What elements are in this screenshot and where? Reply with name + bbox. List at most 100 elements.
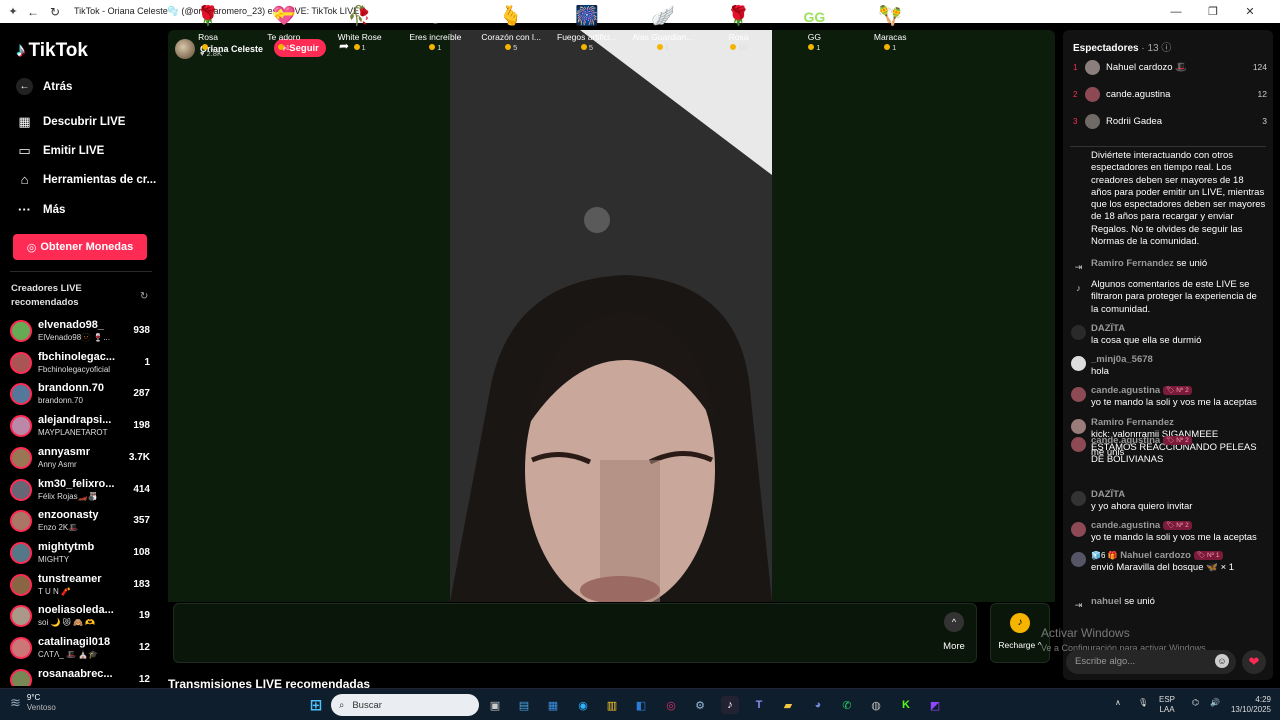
gift-price: 5 [476, 43, 546, 52]
get-coins-button[interactable]: ◎ Obtener Monedas [13, 234, 147, 260]
chat-message: cande.agustina 🏷 Nº 2 me unis [1070, 435, 1266, 460]
kick-icon[interactable]: K [897, 696, 915, 714]
top-viewer-row[interactable]: 2 cande.agustina 12 [1073, 84, 1267, 104]
nav-emit-live[interactable]: ▭ Emitir LIVE [16, 142, 104, 159]
clock-date: 13/10/2025 [1230, 705, 1271, 714]
top-viewer-row[interactable]: 1 Nahuel cardozo 🎩 124 [1073, 57, 1267, 77]
nav-creator-tools[interactable]: ⌂ Herramientas de cr... [16, 171, 157, 188]
gift-item[interactable]: 🐱 Eres increíble 1 [400, 5, 470, 57]
creator-item[interactable]: elvenado98_ ElVenado98🫥 🍷... 938 [10, 316, 152, 346]
creator-item[interactable]: brandonn.70 brandonn.70 287 [10, 379, 152, 409]
close-icon[interactable]: ✕ [1234, 0, 1266, 23]
minimize-icon[interactable]: — [1160, 0, 1192, 23]
coin-icon: ◎ [26, 241, 37, 254]
gift-item[interactable]: 🌹 Rosa 1 [173, 5, 243, 57]
message-user[interactable]: Ramiro Fernandez [1091, 258, 1174, 269]
creator-item[interactable]: km30_felixro... Félix Rojas🏎️🎳 414 [10, 475, 152, 505]
message-user[interactable]: DAZÏTA [1091, 489, 1125, 500]
message-text: la cosa que ella se durmió [1091, 335, 1202, 347]
message-body: cande.agustina 🏷 Nº 2 yo te mando la soli … [1091, 520, 1266, 545]
creator-item[interactable]: rosanaabrec... 12 [10, 665, 152, 686]
creator-item[interactable]: tunstreamer T U N 🧨 183 [10, 570, 152, 600]
store-icon[interactable]: ▥ [603, 696, 621, 714]
tiktok-app-icon[interactable]: ♪ [721, 696, 739, 714]
weather-widget[interactable]: ≋ 9°C Ventoso [10, 693, 56, 713]
gift-item[interactable]: 💝 Te adoro 1 [249, 5, 319, 57]
user-badges: 🧊6 🎁 [1091, 551, 1118, 560]
whatsapp-icon[interactable]: ✆ [838, 696, 856, 714]
viewer-score: 124 [1252, 62, 1267, 72]
creator-item[interactable]: alejandrapsi... MAYPLANETAROT 198 [10, 411, 152, 441]
creator-item[interactable]: fbchinolegac... Fbchinolegacyoficial 1 [10, 348, 152, 378]
gift-item[interactable]: 🫰 Corazón con l... 5 [476, 5, 546, 57]
obs-icon[interactable]: ◍ [867, 696, 885, 714]
taskbar-search[interactable]: ⌕ Buscar [331, 694, 479, 716]
reload-icon[interactable]: ↻ [44, 5, 66, 19]
more-gifts-button[interactable]: ^ More [937, 612, 971, 652]
back-button[interactable]: ← Atrás [16, 78, 72, 95]
creator-item[interactable]: annyasmr Anny Asmr 3.7K [10, 443, 152, 473]
creator-name: elvenado98_ [38, 319, 105, 331]
creator-item[interactable]: mightytmb MIGHTY 108 [10, 538, 152, 568]
creator-item[interactable]: noeliasoleda... soi 🌙 😻 🙈 🫶 19 [10, 601, 152, 631]
video-frame [450, 30, 772, 602]
back-nav-icon[interactable]: ← [22, 5, 44, 19]
creator-item[interactable]: enzoonasty Enzo 2K🎩 357 [10, 506, 152, 536]
gift-item[interactable]: 🌹 Rosa 10 [704, 5, 774, 57]
avatar [10, 351, 32, 374]
file-explorer-icon[interactable]: ▰ [779, 696, 797, 714]
creator-item[interactable]: catalinagil018 CΛTΛ_ 🎩 ⛪🎓 12 [10, 633, 152, 663]
gift-price-value: 5 [513, 43, 518, 52]
gift-item[interactable]: 🎆 Fuegos artifici... 5 [552, 5, 622, 57]
twitch-icon[interactable]: ◩ [926, 696, 944, 714]
gift-price: 1 [400, 43, 470, 52]
teams-icon[interactable]: T [750, 696, 768, 714]
instagram-icon[interactable]: ◎ [662, 696, 680, 714]
gift-item[interactable]: 🪇 Maracas 1 [855, 5, 925, 57]
message-header: 🧊6 🎁 Nahuel cardozo 🏷 Nº 1 [1091, 550, 1266, 562]
refresh-icon[interactable]: ↻ [140, 291, 148, 302]
gift-price: 1 [325, 43, 395, 52]
message-user[interactable]: cande.agustina [1091, 520, 1160, 531]
app-icon-1[interactable]: ▤ [515, 696, 533, 714]
heart-icon[interactable]: ❤ [1242, 650, 1266, 674]
search-placeholder: Buscar [352, 699, 382, 711]
message-user[interactable]: Nahuel cardozo [1120, 550, 1191, 561]
message-user[interactable]: nahuel [1091, 596, 1122, 607]
edge-browser-icon[interactable]: ◉ [574, 696, 592, 714]
nav-more[interactable]: ··· Más [16, 201, 65, 218]
lang-label: ESP [1159, 695, 1176, 704]
message-user[interactable]: Ramiro Fernandez [1091, 417, 1174, 428]
volume-icon[interactable]: 🔊 [1210, 698, 1220, 708]
gift-item[interactable]: 🪽 Alas Guardian... 1 [628, 5, 698, 57]
clock[interactable]: 4:29 13/10/2025 [1225, 695, 1271, 715]
live-video[interactable] [450, 30, 772, 602]
microphone-icon[interactable]: 🎙 [1138, 698, 1148, 708]
outlook-icon[interactable]: ◧ [632, 696, 650, 714]
message-user[interactable]: DAZÏTA [1091, 323, 1125, 334]
steam-icon[interactable]: ⚙ [691, 696, 709, 714]
chat-input[interactable]: Escribe algo... ☺ [1066, 650, 1236, 674]
viewers-header[interactable]: Espectadores · 13 ⓘ [1073, 39, 1171, 54]
gift-item[interactable]: GG GG 1 [779, 5, 849, 57]
discord-icon[interactable]: ◕ [809, 696, 827, 714]
restore-icon[interactable]: ❐ [1197, 0, 1229, 23]
message-user[interactable]: cande.agustina [1091, 435, 1160, 446]
calendar-app-icon[interactable]: ▦ [544, 696, 562, 714]
nav-discover-live[interactable]: ▦ Descubrir LIVE [16, 113, 125, 130]
message-user[interactable]: cande.agustina [1091, 385, 1160, 396]
chevron-up-icon[interactable]: ∧ [1115, 698, 1121, 708]
creator-nickname: ElVenado98🫥 🍷... [38, 333, 110, 342]
gift-item[interactable]: 🥀 White Rose 1 [325, 5, 395, 57]
top-viewer-row[interactable]: 3 Rodrii Gadea 3 [1073, 111, 1267, 131]
network-icon[interactable]: ⌬ [1192, 698, 1199, 708]
tiktok-logo[interactable]: ♪ TikTok [16, 40, 88, 62]
windows-start-icon[interactable]: ⊞ [307, 696, 325, 714]
info-icon[interactable]: ⓘ [1161, 43, 1171, 54]
viewer-rank: 1 [1073, 62, 1078, 72]
task-view-icon[interactable]: ▣ [486, 696, 504, 714]
message-user[interactable]: _minj0a_5678 [1091, 354, 1153, 365]
language-indicator[interactable]: ESP LAA [1159, 695, 1175, 715]
ellipsis-icon: ··· [18, 202, 31, 217]
emoji-icon[interactable]: ☺ [1215, 654, 1229, 668]
